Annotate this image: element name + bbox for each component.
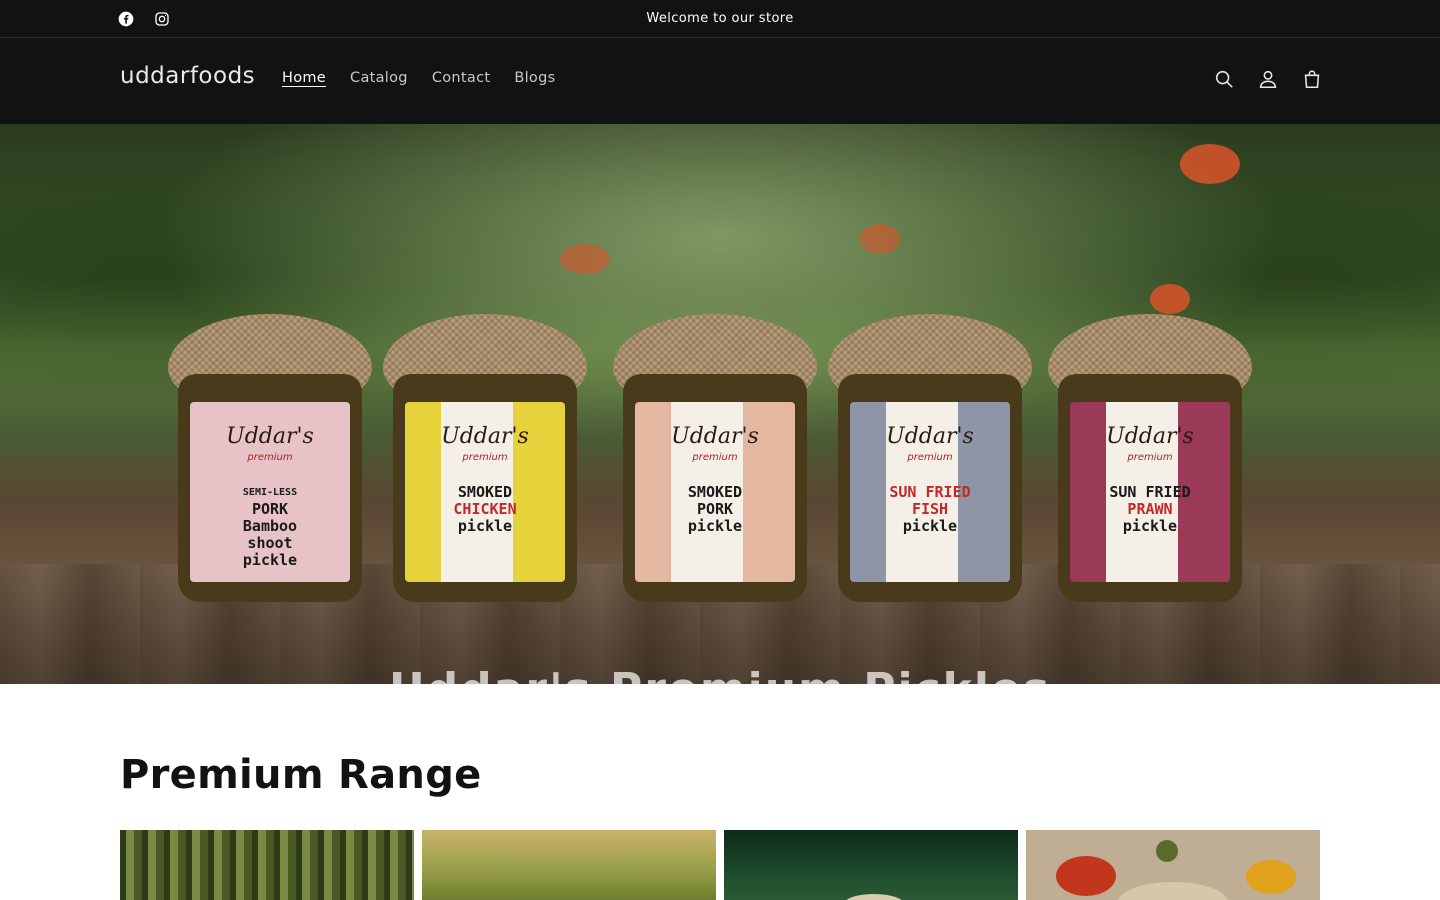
jar-name: SMOKED PORK pickle	[687, 483, 743, 535]
hero-flower	[860, 224, 900, 254]
cart-icon[interactable]	[1300, 66, 1324, 92]
hero-overlay-heading: Uddar's Premium Pickles	[0, 664, 1440, 684]
jar-brand: Uddar's	[226, 424, 314, 449]
site-header: uddarfoods Home Catalog Contact Blogs	[0, 38, 1440, 124]
jar-name: SMOKED CHICKEN pickle	[453, 483, 517, 535]
jar-brand: Uddar's	[441, 424, 529, 449]
jar-name: SEMI-LESS PORK Bamboo shoot pickle	[242, 487, 298, 569]
jar-pork-bamboo: Uddar's premium SEMI-LESS PORK Bamboo sh…	[160, 314, 380, 604]
jar-brand: Uddar's	[886, 424, 974, 449]
collection-card-bamboo[interactable]	[120, 830, 414, 900]
jar-sub: premium	[907, 452, 953, 463]
nav-blogs[interactable]: Blogs	[502, 68, 567, 88]
announcement-text: Welcome to our store	[646, 11, 794, 26]
jar-sub: premium	[247, 452, 293, 463]
jar-sun-fried-prawn: Uddar's premium SUN FRIED PRAWN pickle	[1040, 314, 1260, 604]
nav-catalog[interactable]: Catalog	[338, 68, 420, 88]
hero-flower	[1180, 144, 1240, 184]
nav-contact[interactable]: Contact	[420, 68, 503, 88]
jar-sub: premium	[692, 452, 738, 463]
header-icons	[1212, 66, 1324, 92]
jar-brand: Uddar's	[671, 424, 759, 449]
hero-banner: Uddar's premium SEMI-LESS PORK Bamboo sh…	[0, 124, 1440, 684]
premium-range-title: Premium Range	[120, 752, 482, 798]
jar-sub: premium	[1127, 452, 1173, 463]
jar-sun-fried-fish: Uddar's premium SUN FRIED FISH pickle	[820, 314, 1040, 604]
search-icon[interactable]	[1212, 66, 1236, 92]
collection-card-leaf[interactable]	[724, 830, 1018, 900]
nav-home[interactable]: Home	[270, 68, 338, 88]
hero-flower	[560, 244, 610, 274]
account-icon[interactable]	[1256, 66, 1280, 92]
jar-name: SUN FRIED FISH pickle	[889, 483, 971, 535]
collection-card-field[interactable]	[422, 830, 716, 900]
collection-card-spices[interactable]	[1026, 830, 1320, 900]
jar-smoked-pork: Uddar's premium SMOKED PORK pickle	[605, 314, 825, 604]
store-logo[interactable]: uddarfoods	[120, 63, 255, 89]
main-nav: Home Catalog Contact Blogs	[270, 68, 567, 88]
hero-flower	[1150, 284, 1190, 314]
jar-brand: Uddar's	[1106, 424, 1194, 449]
jar-sub: premium	[462, 452, 508, 463]
jar-smoked-chicken: Uddar's premium SMOKED CHICKEN pickle	[375, 314, 595, 604]
announcement-bar: Welcome to our store	[0, 0, 1440, 38]
premium-range-grid	[120, 830, 1320, 900]
jar-name: SUN FRIED PRAWN pickle	[1109, 483, 1191, 535]
